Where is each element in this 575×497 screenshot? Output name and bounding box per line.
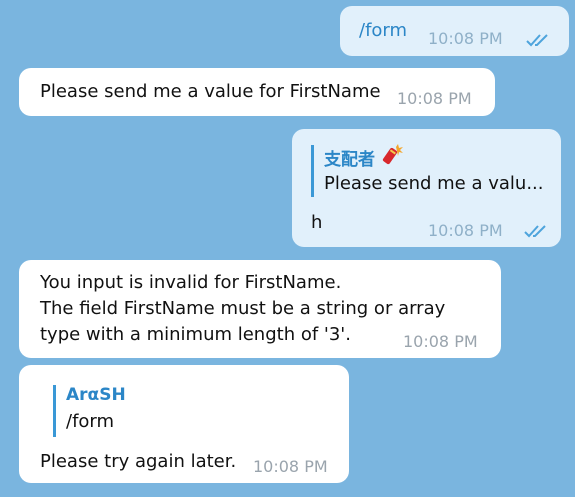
message-time: 10:08 PM [397,89,472,108]
message-time: 10:08 PM [428,221,503,240]
reply-text: /form [66,411,115,432]
message-line: You input is invalid for FirstName. [40,272,342,293]
message-text: Please send me a value for FirstName [40,81,381,102]
message-bubble-incoming[interactable]: ArαSH /form Please try again later. 10:0… [19,365,349,483]
message-bubble-incoming[interactable]: You input is invalid for FirstName. The … [19,260,501,358]
message-time: 10:08 PM [403,332,478,351]
message-text: h [311,212,323,233]
command-link[interactable]: /form [359,20,407,41]
reply-text: Please send me a valu... [324,173,544,194]
reply-quote[interactable]: ArαSH /form [53,385,266,437]
message-bubble-outgoing[interactable]: 支配者 Please send me a valu... h 10:08 PM [292,129,561,247]
message-text: Please try again later. [40,451,237,472]
message-time: 10:08 PM [428,29,503,48]
reply-quote[interactable]: 支配者 Please send me a valu... [311,144,554,197]
message-bubble-incoming[interactable]: Please send me a value for FirstName 10:… [19,68,495,116]
reply-author: 支配者 [324,150,375,170]
double-check-icon [526,34,548,47]
firecracker-emoji [382,144,403,165]
reply-author: ArαSH [66,385,126,405]
message-bubble-outgoing[interactable]: /form 10:08 PM [340,6,569,56]
double-check-icon [524,225,546,238]
message-line: The field FirstName must be a string or … [40,298,446,319]
message-time: 10:08 PM [253,457,328,476]
